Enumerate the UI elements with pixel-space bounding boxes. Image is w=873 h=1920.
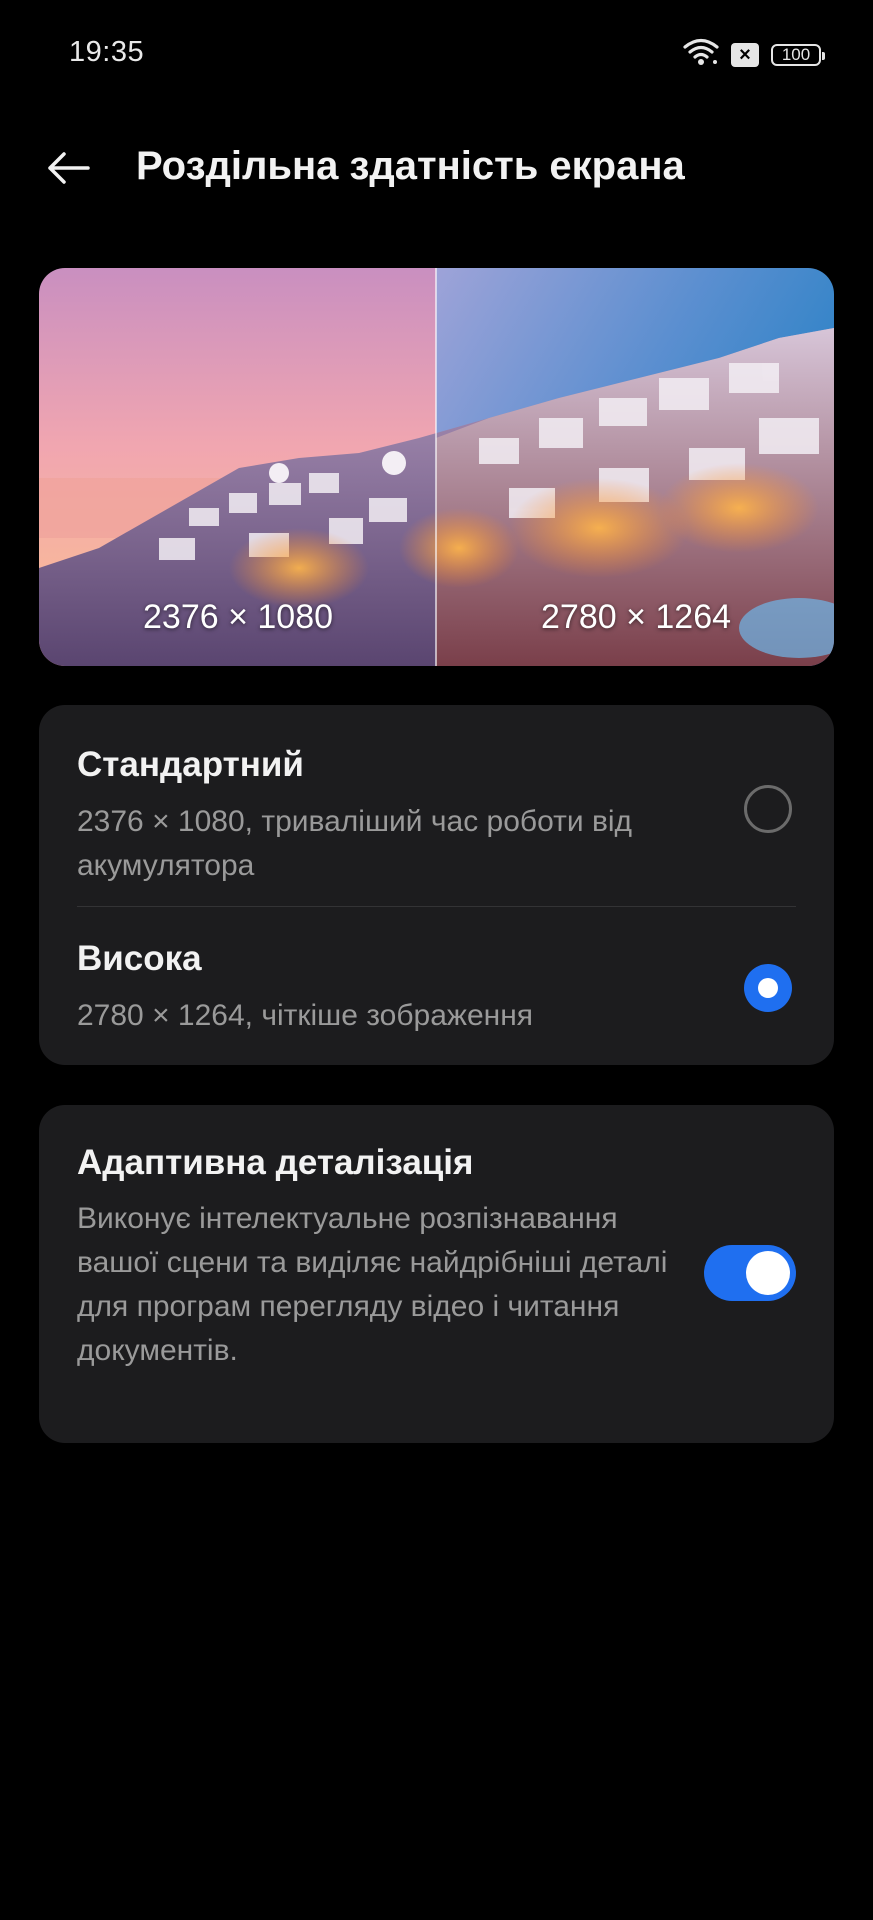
battery-icon: 100 bbox=[771, 43, 825, 66]
back-button[interactable] bbox=[40, 142, 96, 198]
battery-level: 100 bbox=[781, 44, 811, 64]
header: Роздільна здатність екрана bbox=[0, 130, 873, 210]
resolution-options-card: Стандартний 2376 × 1080, триваліший час … bbox=[39, 705, 834, 1065]
arrow-left-icon bbox=[44, 150, 92, 191]
status-bar: 19:35 × 100 bbox=[0, 0, 873, 104]
status-time: 19:35 bbox=[69, 36, 145, 68]
option-standard[interactable]: Стандартний 2376 × 1080, триваліший час … bbox=[39, 705, 834, 907]
status-icons: × 100 bbox=[683, 38, 825, 71]
radio-standard[interactable] bbox=[744, 785, 792, 833]
page-title: Роздільна здатність екрана bbox=[136, 144, 685, 188]
option-description: 2780 × 1264, чіткіше зображення bbox=[77, 999, 534, 1032]
sim-blocked-icon: × bbox=[731, 42, 759, 67]
resolution-preview-image: 2376 × 1080 2780 × 1264 bbox=[39, 268, 834, 666]
adaptive-detail-title: Адаптивна деталізація bbox=[77, 1143, 474, 1182]
adaptive-detail-toggle[interactable] bbox=[704, 1245, 796, 1301]
toggle-knob bbox=[746, 1251, 790, 1295]
preview-label-high: 2780 × 1264 bbox=[541, 598, 732, 636]
option-description: 2376 × 1080, триваліший час роботи від а… bbox=[77, 805, 633, 882]
preview-label-standard: 2376 × 1080 bbox=[143, 598, 334, 636]
adaptive-detail-description: Виконує інтелектуальне розпізнавання ваш… bbox=[77, 1202, 668, 1367]
option-title: Стандартний bbox=[77, 745, 304, 784]
adaptive-detail-card: Адаптивна деталізація Виконує інтелектуа… bbox=[39, 1105, 834, 1443]
option-high[interactable]: Висока 2780 × 1264, чіткіше зображення bbox=[39, 907, 834, 1065]
preview-divider bbox=[435, 268, 437, 666]
option-title: Висока bbox=[77, 939, 202, 978]
wifi-icon bbox=[683, 38, 719, 71]
radio-high[interactable] bbox=[744, 964, 792, 1012]
radio-selected-dot bbox=[758, 978, 778, 998]
